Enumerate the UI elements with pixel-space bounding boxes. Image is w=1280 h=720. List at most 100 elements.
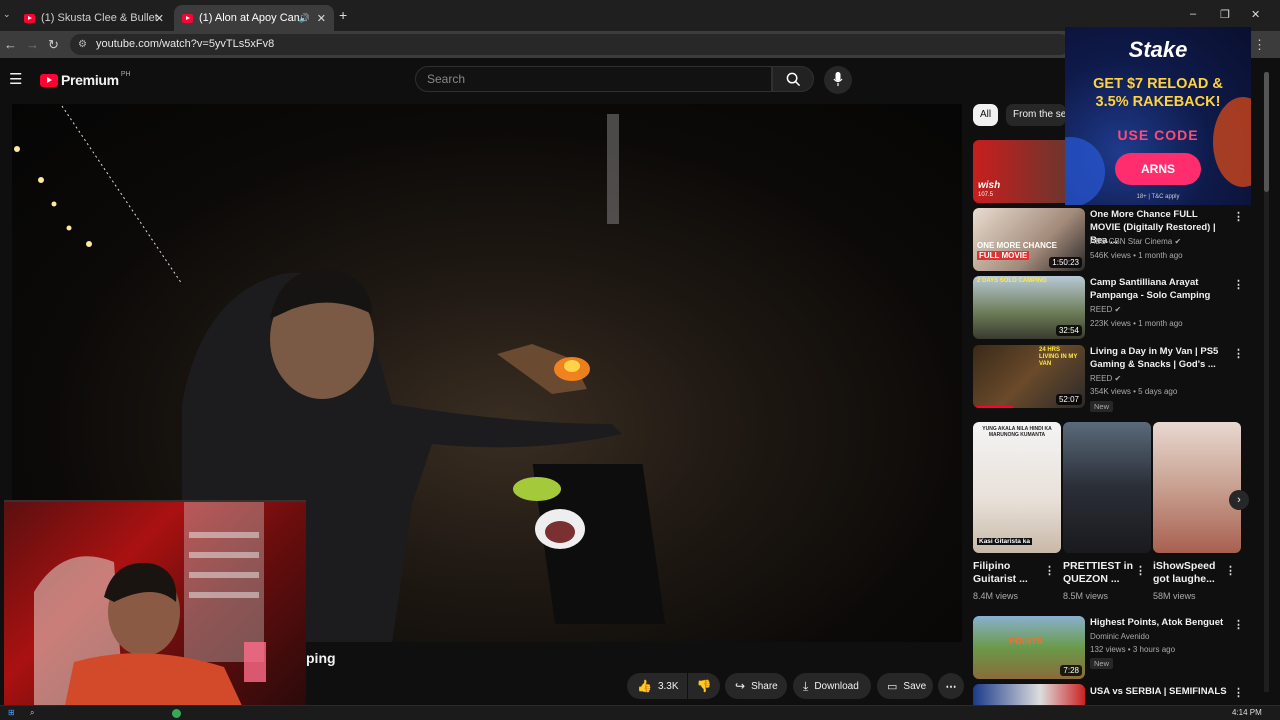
short-overlay-text: YUNG AKALA NILA HINDI KA MARUNONG KUMANT… [982,426,1052,438]
search-button[interactable] [772,66,814,92]
related-thumbnail[interactable]: 2 DAYS SOLO CAMPING 32:54 [973,276,1085,339]
scrollbar-thumb[interactable] [1264,72,1269,192]
restore-button[interactable]: ❐ [1220,8,1230,21]
short-thumbnail[interactable]: YUNG AKALA NILA HINDI KA MARUNONG KUMANT… [973,422,1061,553]
thumb-overlay-text: 24 HRS LIVING IN MY VAN [1039,347,1078,367]
related-meta: 546K views • 1 month ago [1090,251,1183,260]
windows-taskbar: ⊞ ⌕ 4:14 PM [0,705,1280,720]
short-thumbnail[interactable] [1153,422,1241,553]
verified-icon: ✔ [1114,305,1122,314]
related-channel[interactable]: REED ✔ [1090,374,1121,383]
minimize-button[interactable]: – [1190,8,1196,20]
taskbar-search-icon[interactable]: ⌕ [30,708,34,718]
back-icon[interactable]: ← [4,37,17,52]
hamburger-menu-icon[interactable]: ☰ [9,70,22,88]
youtube-premium-logo[interactable]: Premium PH [40,71,131,88]
related-meta: 132 views • 3 hours ago [1090,645,1176,654]
dislike-button[interactable]: 👎 [688,673,720,699]
close-window-button[interactable]: ✕ [1251,8,1260,21]
thumbs-up-icon: 👍 [637,679,652,693]
wish-logo: wish [978,180,1001,191]
download-button[interactable]: ⤓ Download [793,673,871,699]
short-more-icon[interactable]: ⋮ [1044,564,1055,577]
related-title[interactable]: Camp Santilliana Arayat Pampanga - Solo … [1090,276,1230,302]
close-tab-icon[interactable]: ✕ [155,12,164,25]
save-button[interactable]: ▭ Save [877,673,933,699]
speaker-icon[interactable]: 🔊 [299,13,310,24]
duration-badge: 7:28 [1060,665,1082,676]
microphone-icon [833,72,843,86]
short-more-icon[interactable]: ⋮ [1225,564,1236,577]
share-arrow-icon: ↪ [735,679,746,693]
related-thumbnail[interactable]: 24 HRS LIVING IN MY VAN 52:07 [973,345,1085,408]
page-scrollbar[interactable] [1264,72,1269,692]
short-more-icon[interactable]: ⋮ [1135,564,1146,577]
short-overlay-text: Kasi Gitarista ka [977,538,1032,545]
related-channel[interactable]: Dominic Avenido [1090,632,1149,641]
video-title: ping [306,650,336,666]
related-thumbnail[interactable]: ONE MORE CHANCE FULL MOVIE 1:50:23 [973,208,1085,271]
short-thumbnail[interactable] [1063,422,1151,553]
url-field[interactable]: ⚙ youtube.com/watch?v=5yvTLs5xFv8 [70,34,1070,55]
site-info-icon[interactable]: ⚙ [78,34,87,55]
short-views: 8.5M views [1063,591,1109,601]
more-horizontal-icon: ⋯ [945,680,957,693]
browser-tab-2[interactable]: (1) Alon at Apoy Camp Pala 🔊 ✕ [174,5,334,31]
related-channel[interactable]: REED ✔ [1090,305,1121,314]
related-thumbnail[interactable]: POINTS 7:28 [973,616,1085,679]
chrome-taskbar-icon[interactable] [172,709,181,718]
short-title[interactable]: Filipino Guitarist ... [973,560,1043,586]
forward-icon[interactable]: → [26,37,39,52]
save-label: Save [903,680,927,692]
short-title[interactable]: iShowSpeed got laughe... [1153,560,1223,586]
short-title[interactable]: PRETTIEST in QUEZON ... [1063,560,1133,586]
duration-badge: 32:54 [1055,325,1082,336]
like-button[interactable]: 👍 3.3K [627,673,687,699]
new-tab-button[interactable]: + [339,7,347,23]
voice-search-button[interactable] [824,66,852,94]
short-views: 58M views [1153,591,1196,601]
related-channel[interactable]: ABS-CBN Star Cinema ✔ [1090,237,1181,246]
short-views: 8.4M views [973,591,1019,601]
related-more-icon[interactable]: ⋮ [1233,686,1244,699]
related-more-icon[interactable]: ⋮ [1233,347,1244,360]
ad-brand: Stake [1128,37,1188,62]
related-title[interactable]: Highest Points, Atok Benguet [1090,616,1230,629]
search-input[interactable]: Search [415,66,772,92]
save-playlist-icon: ▭ [887,680,898,693]
ad-code-button[interactable]: ARNS [1115,153,1201,185]
tab-list-chevron-icon[interactable]: ⌄ [3,9,11,20]
download-icon: ⤓ [803,678,809,693]
reload-icon[interactable]: ↻ [48,37,59,53]
youtube-logo-icon [40,73,58,87]
close-tab-icon[interactable]: ✕ [317,12,326,25]
related-title[interactable]: Living a Day in My Van | PS5 Gaming & Sn… [1090,345,1230,371]
thumb-overlay-text: POINTS [1009,636,1043,646]
browser-menu-icon[interactable]: ⋮ [1253,37,1266,53]
related-more-icon[interactable]: ⋮ [1233,278,1244,291]
ad-headline: GET $7 RELOAD & 3.5% RAKEBACK! [1093,76,1223,110]
tab-label: (1) Alon at Apoy Camp Pala [199,12,299,24]
shorts-next-button[interactable]: › [1229,490,1249,510]
streamer-webcam-overlay [4,500,306,710]
thumbs-down-icon: 👎 [696,679,712,693]
more-actions-button[interactable]: ⋯ [938,673,964,699]
related-meta: 354K views • 5 days ago [1090,387,1178,396]
stake-ad-overlay[interactable]: Stake GET $7 RELOAD & 3.5% RAKEBACK! USE… [1065,27,1251,205]
new-badge: New [1090,401,1114,412]
browser-tab-1[interactable]: (1) Skusta Clee & Bullet D - "Dy ✕ [16,5,172,31]
share-button[interactable]: ↪ Share [725,673,787,699]
verified-icon: ✔ [1174,237,1182,246]
start-icon[interactable]: ⊞ [8,708,15,717]
related-title[interactable]: USA vs SERBIA | SEMIFINALS [1090,685,1230,698]
share-label: Share [751,680,778,692]
chevron-right-icon: › [1237,494,1241,506]
chip-from-series[interactable]: From the ser [1006,104,1066,126]
related-more-icon[interactable]: ⋮ [1233,618,1244,631]
chip-all[interactable]: All [973,104,999,126]
download-label: Download [814,680,859,692]
related-more-icon[interactable]: ⋮ [1233,210,1244,223]
verified-icon: ✔ [1114,374,1122,383]
duration-badge: 52:07 [1055,394,1082,405]
related-thumbnail[interactable] [973,684,1085,705]
